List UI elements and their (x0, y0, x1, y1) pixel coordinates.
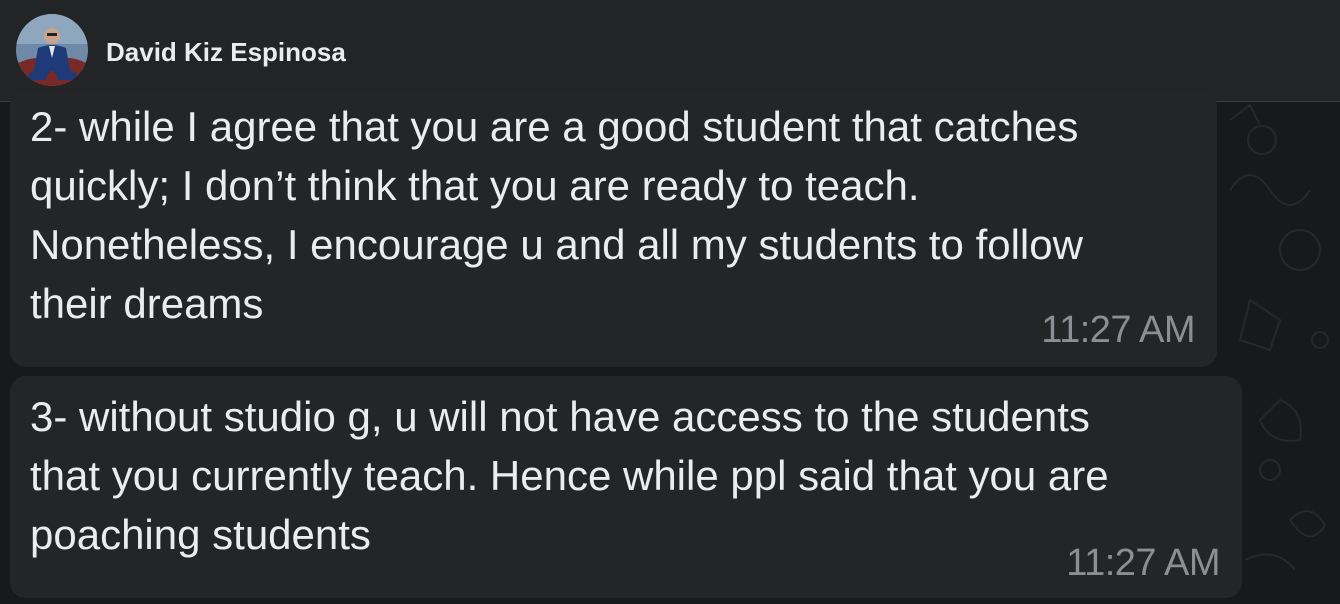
message-text: 2- while I agree that you are a good stu… (30, 97, 1083, 333)
message-bubble[interactable]: 3- without studio g, u will not have acc… (10, 376, 1242, 598)
contact-name[interactable]: David Kiz Espinosa (106, 37, 346, 68)
message-line: their dreams (30, 280, 264, 327)
contact-photo (16, 14, 88, 86)
message-line: 2- while I agree that you are a good stu… (30, 103, 1079, 150)
avatar[interactable] (16, 14, 88, 86)
message-line: quickly; I don’t think that you are read… (30, 162, 920, 209)
message-line: Nonetheless, I encourage u and all my st… (30, 221, 1083, 268)
message-timestamp: 11:27 AM (1066, 542, 1220, 584)
message-text: 3- without studio g, u will not have acc… (30, 387, 1109, 564)
message-line: 3- without studio g, u will not have acc… (30, 393, 1090, 440)
message-line: poaching students (30, 511, 371, 558)
message-bubble[interactable]: 2- while I agree that you are a good stu… (10, 90, 1217, 367)
message-line: that you currently teach. Hence while pp… (30, 452, 1109, 499)
chat-header: David Kiz Espinosa (0, 0, 1340, 102)
message-timestamp: 11:27 AM (1041, 309, 1195, 351)
